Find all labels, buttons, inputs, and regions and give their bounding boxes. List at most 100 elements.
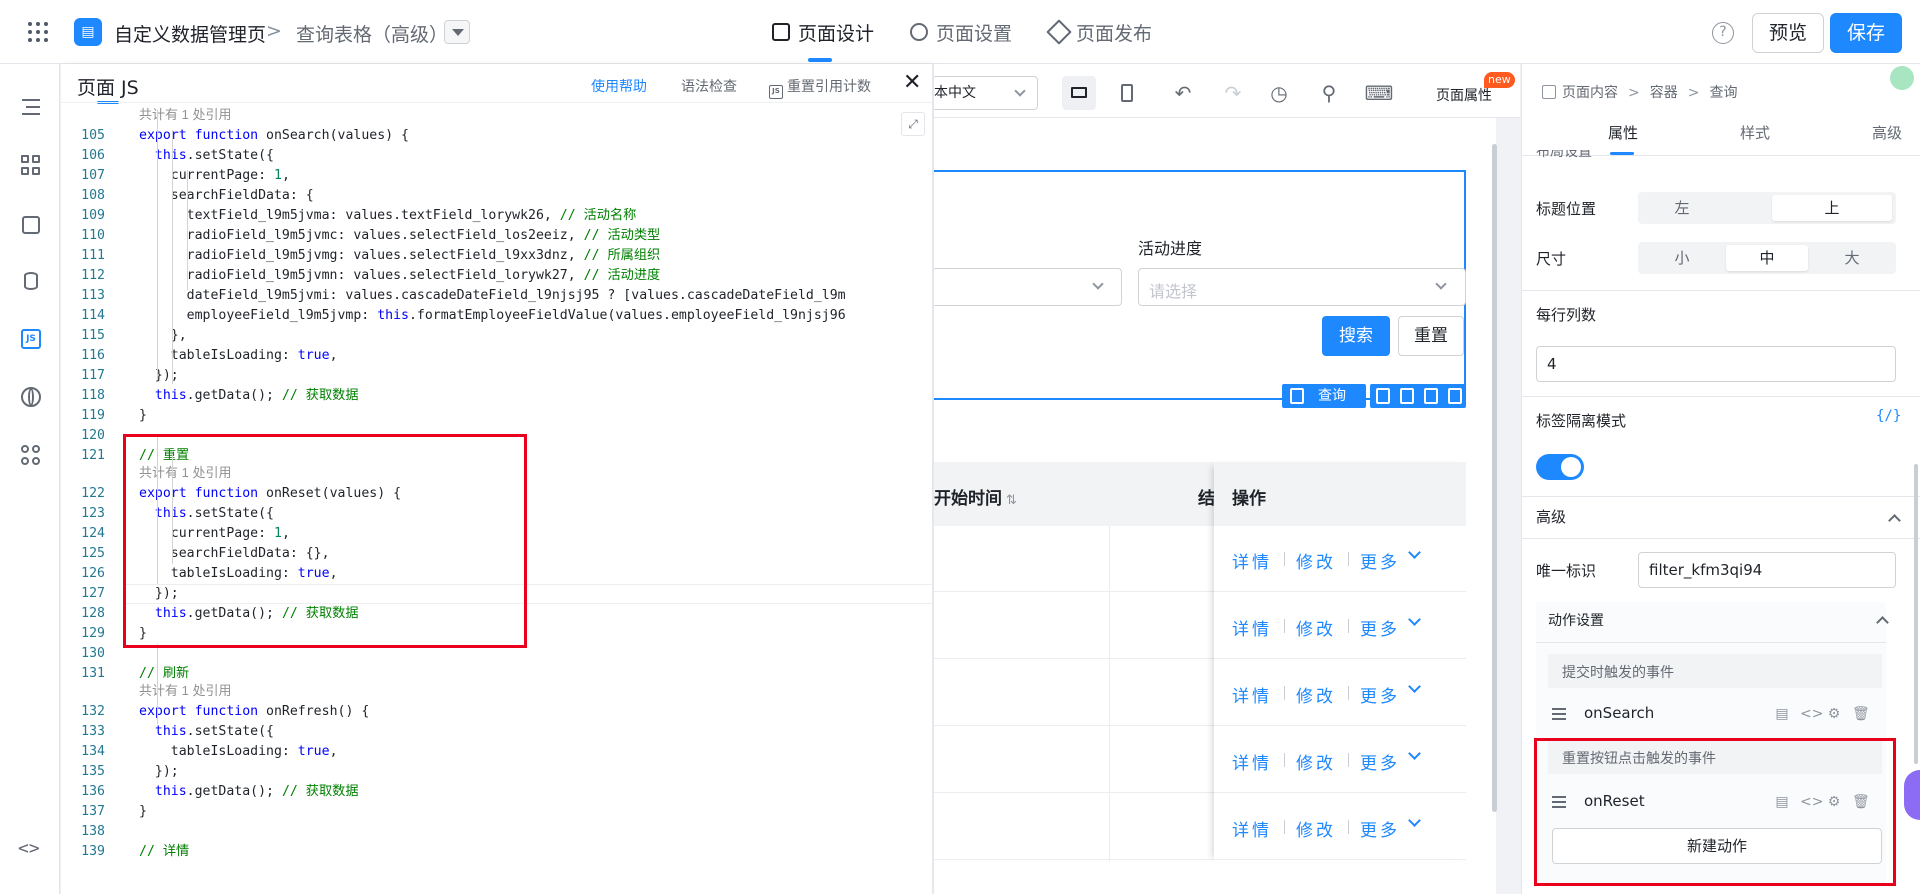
- code-line[interactable]: 105 export function onSearch(values) {: [61, 126, 933, 146]
- js-icon[interactable]: JS: [20, 328, 42, 350]
- canvas-scrollbar[interactable]: [1492, 144, 1497, 812]
- detail-link[interactable]: 详情: [1232, 749, 1272, 774]
- app-name[interactable]: 自定义数据管理页: [114, 20, 266, 47]
- close-icon[interactable]: ✕: [903, 70, 921, 95]
- edit-link[interactable]: 修改: [1296, 548, 1336, 573]
- code-line[interactable]: 115 },: [61, 326, 933, 346]
- drag-handle-icon[interactable]: [1552, 708, 1566, 720]
- expand-icon[interactable]: ⤢: [901, 112, 925, 136]
- column-start-time[interactable]: 开始时间 ⇅: [934, 484, 1017, 509]
- activity-progress-select[interactable]: 请选择: [1138, 268, 1466, 306]
- cols-per-row-input[interactable]: 4: [1536, 346, 1896, 382]
- search-button[interactable]: ⚲: [1312, 76, 1346, 110]
- page-attributes-button[interactable]: 页面属性: [1436, 85, 1492, 105]
- code-line[interactable]: 132 export function onRefresh() {: [61, 702, 933, 722]
- language-select[interactable]: 本中文: [934, 76, 1038, 110]
- detail-link[interactable]: 详情: [1232, 682, 1272, 707]
- breadcrumb-page-content[interactable]: 页面内容: [1562, 85, 1618, 101]
- code-line[interactable]: 112 radioField_l9m5jvmn: values.selectFi…: [61, 266, 933, 286]
- code-icon[interactable]: <>: [1800, 706, 1823, 722]
- code-line[interactable]: 106 this.setState({: [61, 146, 933, 166]
- code-icon[interactable]: <>: [18, 838, 40, 860]
- props-scrollbar[interactable]: [1914, 464, 1918, 764]
- more-link[interactable]: 更多: [1360, 682, 1400, 707]
- title-position-left[interactable]: 左: [1641, 195, 1723, 221]
- more-link[interactable]: 更多: [1360, 615, 1400, 640]
- desktop-view-button[interactable]: [1062, 76, 1096, 110]
- tag-isolation-switch[interactable]: [1536, 454, 1584, 480]
- code-line[interactable]: 117 });: [61, 366, 933, 386]
- copy-icon[interactable]: [1424, 388, 1438, 404]
- select-parent-icon[interactable]: [1376, 388, 1390, 404]
- tab-page-settings[interactable]: 页面设置: [910, 0, 1012, 64]
- size-large[interactable]: 大: [1811, 245, 1893, 271]
- templates-icon[interactable]: [20, 214, 42, 236]
- code-line[interactable]: 107 currentPage: 1,: [61, 166, 933, 186]
- tab-advanced[interactable]: 高级: [1872, 122, 1902, 143]
- variable-binding-icon[interactable]: {/}: [1876, 408, 1901, 424]
- chevron-down-icon[interactable]: [1408, 546, 1421, 559]
- redo-button[interactable]: ↷: [1216, 76, 1250, 110]
- chevron-up-icon[interactable]: [1888, 514, 1901, 527]
- code-line[interactable]: 137}: [61, 802, 933, 822]
- detail-link[interactable]: 详情: [1232, 816, 1272, 841]
- tab-properties[interactable]: 属性: [1608, 122, 1638, 143]
- plugins-icon[interactable]: [20, 444, 42, 466]
- edit-link[interactable]: 修改: [1296, 682, 1336, 707]
- code-line[interactable]: 111 radioField_l9m5jvmg: values.selectFi…: [61, 246, 933, 266]
- save-button[interactable]: 保存: [1830, 13, 1902, 53]
- outline-tree-icon[interactable]: [20, 96, 42, 118]
- preview-button[interactable]: 预览: [1752, 13, 1824, 53]
- reset-button[interactable]: 重置: [1398, 316, 1464, 356]
- add-icon[interactable]: [1400, 388, 1414, 404]
- code-line[interactable]: 133 this.setState({: [61, 722, 933, 742]
- code-line[interactable]: 109 textField_l9m5jvma: values.textField…: [61, 206, 933, 226]
- help-link[interactable]: 使用帮助: [591, 76, 647, 96]
- size-small[interactable]: 小: [1641, 245, 1723, 271]
- code-line[interactable]: 138: [61, 822, 933, 842]
- syntax-check-button[interactable]: 语法检查: [681, 76, 737, 96]
- code-line[interactable]: 118 this.getData(); // 获取数据: [61, 386, 933, 406]
- advanced-section-label[interactable]: 高级: [1536, 506, 1566, 527]
- chevron-down-icon[interactable]: [1408, 814, 1421, 827]
- code-line[interactable]: 119}: [61, 406, 933, 426]
- code-line[interactable]: 114 employeeField_l9m5jvmp: this.formatE…: [61, 306, 933, 326]
- code-line[interactable]: 110 radioField_l9m5jvmc: values.selectFi…: [61, 226, 933, 246]
- more-link[interactable]: 更多: [1360, 749, 1400, 774]
- edit-link[interactable]: 修改: [1296, 816, 1336, 841]
- globe-icon[interactable]: [20, 386, 42, 408]
- undo-button[interactable]: ↶: [1166, 76, 1200, 110]
- shortcuts-button[interactable]: ⌨: [1362, 76, 1396, 110]
- size-medium[interactable]: 中: [1726, 245, 1808, 271]
- code-line[interactable]: 131 // 刷新: [61, 664, 933, 684]
- action-onsearch[interactable]: onSearch: [1584, 704, 1654, 722]
- title-position-top[interactable]: 上: [1772, 195, 1892, 221]
- more-link[interactable]: 更多: [1360, 548, 1400, 573]
- detail-link[interactable]: 详情: [1232, 615, 1272, 640]
- code-line[interactable]: 113 dateField_l9m5jvmi: values.cascadeDa…: [61, 286, 933, 306]
- code-line[interactable]: 116 tableIsLoading: true,: [61, 346, 933, 366]
- reset-ref-count-button[interactable]: JS 重置引用计数: [769, 76, 871, 99]
- reference-count-lens[interactable]: 共计有 1 处引用: [139, 106, 231, 124]
- breadcrumb-query[interactable]: 查询: [1709, 85, 1737, 101]
- code-line[interactable]: 135 });: [61, 762, 933, 782]
- code-line[interactable]: 139 // 详情: [61, 842, 933, 862]
- doc-icon[interactable]: ▤: [1774, 706, 1790, 722]
- edit-link[interactable]: 修改: [1296, 615, 1336, 640]
- sort-icon[interactable]: ⇅: [1006, 493, 1017, 508]
- delete-icon[interactable]: [1448, 388, 1462, 404]
- tab-style[interactable]: 样式: [1740, 122, 1770, 143]
- components-icon[interactable]: [20, 154, 42, 176]
- code-line[interactable]: 134 tableIsLoading: true,: [61, 742, 933, 762]
- code-line[interactable]: 108 searchFieldData: {: [61, 186, 933, 206]
- chevron-down-icon[interactable]: [1408, 680, 1421, 693]
- page-switch-dropdown[interactable]: [444, 20, 470, 44]
- page-name[interactable]: 查询表格（高级）: [296, 20, 448, 47]
- assistant-bubble[interactable]: [1904, 770, 1920, 820]
- history-button[interactable]: ◷: [1262, 76, 1296, 110]
- search-button[interactable]: 搜索: [1322, 316, 1390, 356]
- data-source-icon[interactable]: [20, 270, 42, 292]
- edit-link[interactable]: 修改: [1296, 749, 1336, 774]
- unique-id-input[interactable]: filter_kfm3qi94: [1638, 552, 1896, 588]
- mobile-view-button[interactable]: [1110, 76, 1144, 110]
